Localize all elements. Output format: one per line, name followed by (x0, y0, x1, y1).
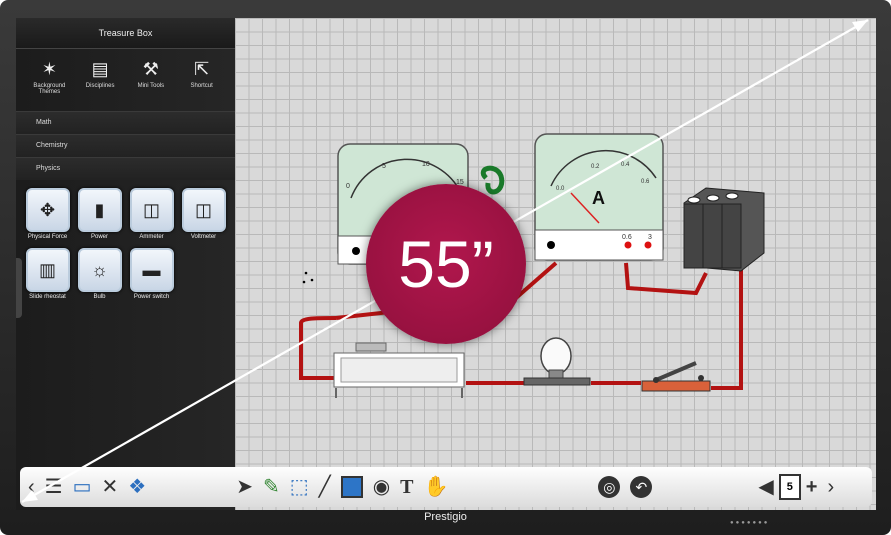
screen-size-badge: 55” (366, 184, 526, 344)
device-buttons: ●●●●●●● (730, 520, 770, 526)
